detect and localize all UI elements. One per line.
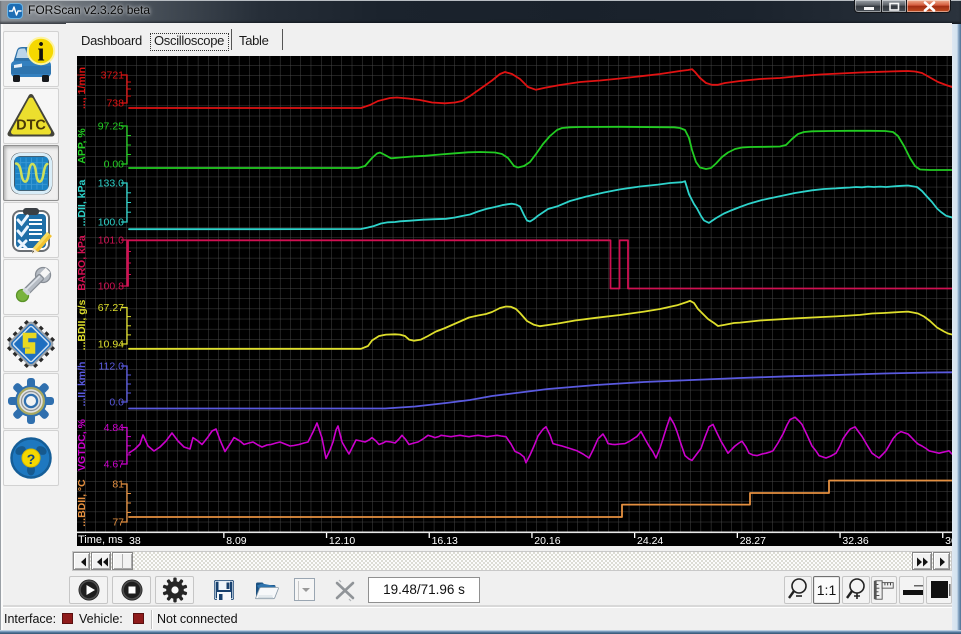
svg-text:?: ? bbox=[27, 451, 36, 467]
svg-text:112.0: 112.0 bbox=[99, 361, 125, 373]
svg-text:4.67: 4.67 bbox=[104, 459, 125, 471]
svg-text:20.16: 20.16 bbox=[534, 535, 560, 546]
svg-text:12.10: 12.10 bbox=[329, 535, 355, 546]
svg-text:...DII, kPa: ...DII, kPa bbox=[77, 179, 88, 226]
svg-text:101.0: 101.0 bbox=[98, 235, 124, 247]
svg-text:...BDII, g/s: ...BDII, g/s bbox=[77, 299, 88, 350]
svg-text:BARO, kPa: BARO, kPa bbox=[77, 235, 88, 291]
svg-text:..., 1/min: ..., 1/min bbox=[77, 67, 88, 109]
svg-text:738: 738 bbox=[106, 98, 124, 110]
svg-text:16.13: 16.13 bbox=[432, 535, 458, 546]
svg-text:4.84: 4.84 bbox=[104, 422, 125, 434]
svg-text:0.00: 0.00 bbox=[104, 159, 125, 171]
svg-text:VGTDC, %: VGTDC, % bbox=[77, 418, 88, 471]
svg-text:36: 36 bbox=[945, 535, 952, 546]
svg-text:DTC: DTC bbox=[16, 118, 46, 134]
svg-text:...II, km/h: ...II, km/h bbox=[77, 362, 88, 407]
svg-text:97.25: 97.25 bbox=[98, 121, 124, 133]
svg-text:28.27: 28.27 bbox=[740, 535, 766, 546]
svg-text:133.0: 133.0 bbox=[98, 178, 124, 190]
svg-text:38: 38 bbox=[129, 535, 141, 546]
svg-text:...BDII, °C: ...BDII, °C bbox=[77, 479, 88, 527]
svg-text:100.8: 100.8 bbox=[98, 281, 124, 293]
svg-text:67.27: 67.27 bbox=[98, 302, 124, 314]
svg-text:8.09: 8.09 bbox=[226, 535, 247, 546]
svg-text:32.36: 32.36 bbox=[842, 535, 868, 546]
svg-text:100.0: 100.0 bbox=[98, 217, 124, 229]
svg-text:77: 77 bbox=[112, 517, 124, 529]
svg-text:i: i bbox=[37, 38, 44, 67]
svg-text:3721: 3721 bbox=[101, 70, 125, 82]
svg-text:24.24: 24.24 bbox=[637, 535, 663, 546]
svg-text:10.94: 10.94 bbox=[98, 339, 124, 351]
svg-text:APP, %: APP, % bbox=[77, 128, 88, 164]
svg-text:Time, ms: Time, ms bbox=[78, 534, 123, 546]
svg-text:0.0: 0.0 bbox=[109, 397, 124, 409]
svg-text:81: 81 bbox=[112, 479, 124, 491]
